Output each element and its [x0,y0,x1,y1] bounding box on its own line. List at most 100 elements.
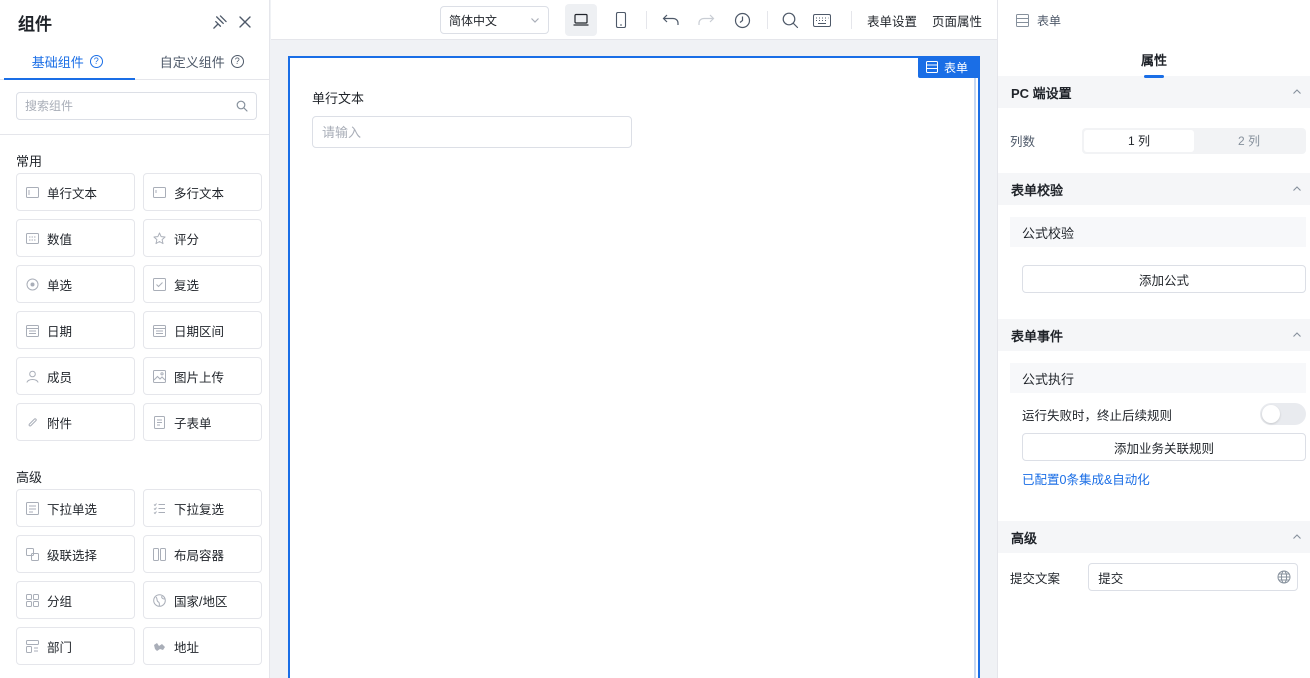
language-select[interactable]: 简体中文 [440,6,549,34]
component-date-range[interactable]: 日期区间 [143,311,262,349]
component-grid-common: 单行文本 多行文本 数值 评分 单选 复选 日期 日期区间 成员 图片上传 附件… [0,173,269,441]
component-grid-advanced: 下拉单选 下拉复选 级联选择 布局容器 分组 国家/地区 部门 地址 [0,489,269,665]
form-badge[interactable]: 表单 [917,56,980,78]
add-formula-button[interactable]: 添加公式 [1022,265,1306,293]
component-group[interactable]: 分组 [16,581,135,619]
undo-button[interactable] [659,8,683,32]
chevron-up-icon [1293,186,1301,191]
component-rating[interactable]: 评分 [143,219,262,257]
help-icon[interactable]: ? [230,55,244,68]
pc-settings-body: 列数 1 列 2 列 [998,108,1310,173]
section-title: PC 端设置 [1011,85,1072,101]
component-department[interactable]: 部门 [16,627,135,665]
component-member[interactable]: 成员 [16,357,135,395]
redo-button[interactable] [694,8,718,32]
submit-text-input[interactable] [1098,570,1259,584]
tab-properties[interactable]: 属性 [1141,48,1167,69]
columns-option-1[interactable]: 1 列 [1084,129,1194,152]
component-country-region[interactable]: 国家/地区 [143,581,262,619]
toolbar-divider [851,11,852,29]
stop-on-failure-toggle[interactable] [1260,403,1306,425]
component-label: 评分 [174,232,200,247]
paperclip-icon [28,417,37,426]
page-properties-button[interactable]: 页面属性 [932,0,982,40]
component-label: 图片上传 [174,370,225,385]
editor-toolbar: 简体中文 表单设置 页面属性 [271,0,997,40]
globe-icon[interactable] [1277,570,1291,584]
stop-on-failure-row: 运行失败时，终止后续规则 [1022,403,1306,425]
subform-icon [154,415,165,429]
component-attachment[interactable]: 附件 [16,403,135,441]
columns-label: 列数 [1010,135,1036,149]
search-icon[interactable] [236,100,248,112]
section-advanced[interactable]: 高级 [998,521,1310,553]
chevron-down-icon [531,18,539,23]
tab-custom-components[interactable]: 自定义组件 ? [135,44,270,79]
component-checkbox[interactable]: 复选 [143,265,262,303]
component-number[interactable]: 数值 [16,219,135,257]
validation-body: 公式校验 添加公式 [998,205,1310,319]
desktop-view-button[interactable] [565,4,597,36]
configured-integrations-link[interactable]: 已配置0条集成&自动化 [1022,473,1150,487]
component-single-line-text[interactable]: 单行文本 [16,173,135,211]
component-multi-line-text[interactable]: 多行文本 [143,173,262,211]
formula-validation-header: 公式校验 [1010,217,1306,247]
submit-text-field [1088,563,1298,591]
section-form-validation[interactable]: 表单校验 [998,173,1310,205]
component-panel-header: 组件 [0,0,269,44]
chevron-up-icon [1293,332,1301,337]
tab-basic-components[interactable]: 基础组件 ? [0,44,135,80]
component-date[interactable]: 日期 [16,311,135,349]
close-icon[interactable] [237,14,253,30]
form-settings-button[interactable]: 表单设置 [867,0,917,40]
columns-option-2[interactable]: 2 列 [1194,130,1304,152]
component-radio[interactable]: 单选 [16,265,135,303]
component-image-upload[interactable]: 图片上传 [143,357,262,395]
keyboard-button[interactable] [810,8,834,32]
properties-tabs: 属性 [998,40,1310,76]
dropdown-multi-icon [153,502,165,514]
search-button[interactable] [778,8,802,32]
component-label: 地址 [174,640,200,655]
component-label: 复选 [174,278,200,293]
help-icon[interactable]: ? [89,55,103,68]
single-line-text-input[interactable] [312,116,632,148]
component-address[interactable]: 地址 [143,627,262,665]
component-search-area [0,80,269,135]
component-label: 子表单 [174,416,212,431]
component-panel: 组件 基础组件 ? 自定义组件 ? 常用 单行文本 [0,0,270,678]
component-label: 级联选择 [47,548,98,563]
properties-panel-title: 表单 [1037,13,1062,28]
chevron-up-icon [1293,534,1301,539]
component-dropdown-multi[interactable]: 下拉复选 [143,489,262,527]
component-subform[interactable]: 子表单 [143,403,262,441]
group-title-advanced: 高级 [16,470,43,485]
mobile-view-button[interactable] [609,8,633,32]
calendar-icon [26,324,39,337]
component-cascade[interactable]: 级联选择 [16,535,135,573]
component-dropdown-single[interactable]: 下拉单选 [16,489,135,527]
component-panel-title: 组件 [18,14,52,34]
component-label: 单行文本 [47,186,98,201]
add-business-rule-button[interactable]: 添加业务关联规则 [1022,433,1306,461]
properties-panel: 表单 属性 PC 端设置 列数 1 列 2 列 表单校验 公式校验 添加公式 表… [997,0,1310,678]
globe-icon [153,593,166,607]
section-form-events[interactable]: 表单事件 [998,319,1310,351]
component-label: 部门 [47,640,73,655]
group-icon [26,593,39,607]
section-title: 高级 [1011,530,1038,546]
form-canvas[interactable]: 表单 单行文本 [288,56,980,678]
pin-icon[interactable] [211,14,227,30]
undo-icon [662,14,679,25]
component-label: 布局容器 [174,548,225,563]
canvas-scroll-track [974,78,976,678]
group-title-common: 常用 [16,154,43,169]
section-title: 表单校验 [1011,182,1064,198]
layout-icon [153,547,166,561]
component-search-input[interactable] [25,99,236,113]
history-button[interactable] [730,8,754,32]
department-icon [26,639,39,653]
section-pc-settings[interactable]: PC 端设置 [998,76,1310,108]
component-layout-container[interactable]: 布局容器 [143,535,262,573]
clock-icon [734,12,750,28]
